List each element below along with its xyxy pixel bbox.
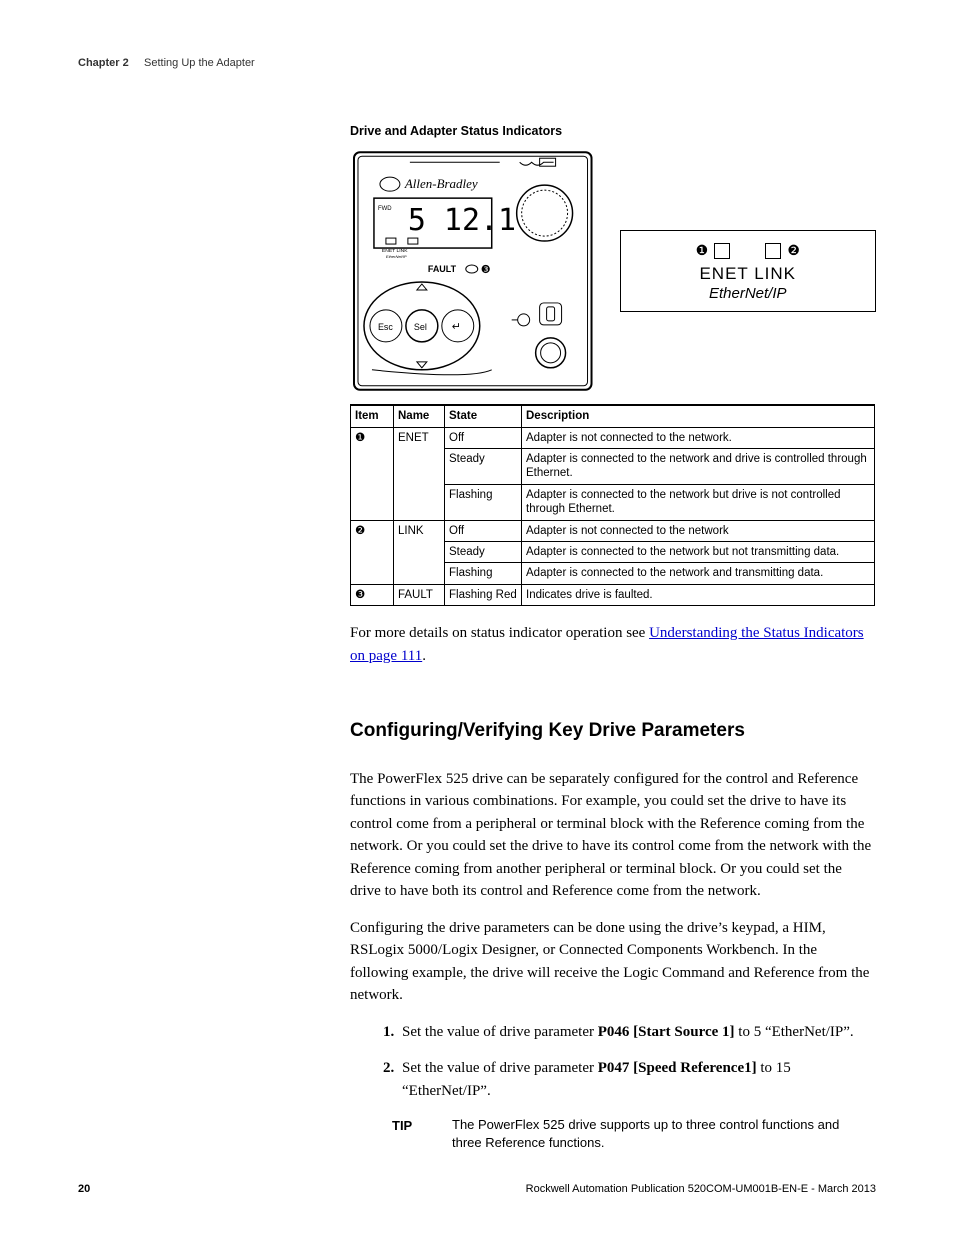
callout-n2: ❷: [787, 242, 800, 258]
step-item: Set the value of drive parameter P047 [S…: [398, 1057, 876, 1102]
config-para-1: The PowerFlex 525 drive can be separatel…: [350, 768, 876, 903]
svg-text:EtherNet/IP: EtherNet/IP: [386, 254, 407, 259]
svg-text:FAULT: FAULT: [428, 264, 457, 274]
step-item: Set the value of drive parameter P046 [S…: [398, 1021, 876, 1044]
callout-n1: ❶: [696, 242, 709, 258]
section-heading: Configuring/Verifying Key Drive Paramete…: [350, 717, 876, 746]
figure-row: Allen-Bradley FWD 5 12.1 ENET LINK Ether…: [350, 148, 876, 394]
status-table: ItemNameStateDescription ❶ENETOffAdapter…: [350, 404, 875, 606]
svg-text:❸: ❸: [481, 264, 491, 276]
header-title: Setting Up the Adapter: [144, 57, 255, 69]
page-number: 20: [78, 1181, 90, 1198]
callout-line3: EtherNet/IP: [621, 283, 875, 306]
svg-text:FWD: FWD: [378, 206, 392, 212]
chapter-label: Chapter 2: [78, 57, 129, 69]
table-row: ❷LINKOffAdapter is not connected to the …: [351, 520, 875, 541]
svg-text:Allen-Bradley: Allen-Bradley: [404, 176, 478, 191]
svg-text:Esc: Esc: [378, 322, 393, 332]
tip-body: The PowerFlex 525 drive supports up to t…: [452, 1116, 872, 1152]
table-header: Item: [351, 405, 394, 427]
drive-device-illustration: Allen-Bradley FWD 5 12.1 ENET LINK Ether…: [350, 148, 596, 394]
publication-id: Rockwell Automation Publication 520COM-U…: [526, 1181, 876, 1198]
table-row: ❸FAULTFlashing RedIndicates drive is fau…: [351, 584, 875, 605]
svg-text:Sel: Sel: [414, 322, 427, 332]
table-header: Name: [394, 405, 445, 427]
figure-title: Drive and Adapter Status Indicators: [350, 122, 876, 141]
link-led-icon: [765, 243, 781, 259]
page-footer: 20 Rockwell Automation Publication 520CO…: [78, 1181, 876, 1198]
indicator-callout: ❶ ❷ ENET LINK EtherNet/IP: [620, 230, 876, 312]
steps-list: Set the value of drive parameter P046 [S…: [350, 1021, 876, 1103]
table-header: Description: [522, 405, 875, 427]
config-para-2: Configuring the drive parameters can be …: [350, 917, 876, 1007]
svg-text:↵: ↵: [452, 321, 461, 333]
enet-led-icon: [714, 243, 730, 259]
status-link-para: For more details on status indicator ope…: [350, 622, 876, 667]
table-header: State: [445, 405, 522, 427]
svg-text:5 12.1: 5 12.1: [408, 203, 516, 238]
page-header: Chapter 2 Setting Up the Adapter: [78, 55, 876, 72]
tip-label: TIP: [392, 1116, 422, 1152]
tip-block: TIP The PowerFlex 525 drive supports up …: [392, 1116, 872, 1152]
table-row: ❶ENETOffAdapter is not connected to the …: [351, 427, 875, 448]
